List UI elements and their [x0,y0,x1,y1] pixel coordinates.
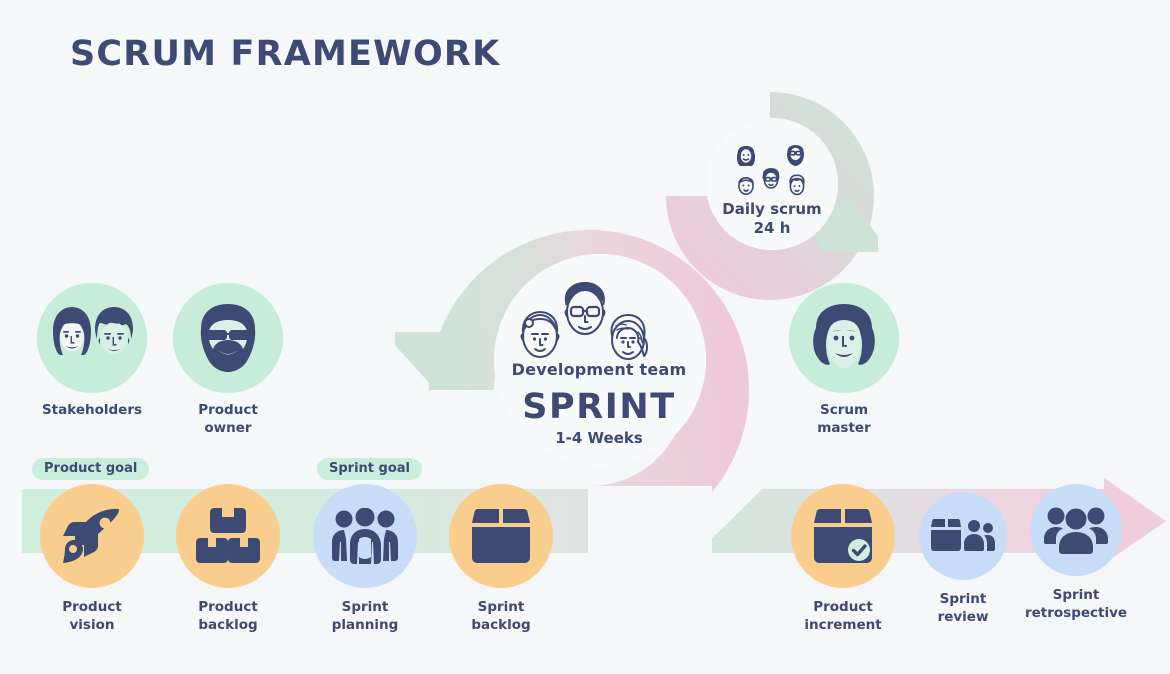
product-owner-circle [173,283,283,393]
sprint-label: SPRINT [522,387,676,427]
product-owner-label: Product owner [198,402,258,436]
product-vision-circle [40,484,144,588]
daily-scrum-label: Daily scrum 24 h [722,200,822,237]
badge-product-goal-label: Product goal [44,461,138,476]
sprint-retrospective-circle [1030,484,1122,576]
bearded-face-icon [200,304,256,372]
rocket-icon [63,508,120,563]
artifact-product-vision[interactable]: Product vision [40,484,144,644]
role-stakeholders[interactable]: Stakeholders [37,283,147,443]
artifact-product-backlog[interactable]: Product backlog [176,484,280,644]
woman-face-icon [813,304,875,368]
sprint-backlog-circle [449,484,553,588]
artifact-sprint-backlog[interactable]: Sprint backlog [449,484,553,644]
sprint-planning-circle [313,484,417,588]
page-title: SCRUM FRAMEWORK [70,34,501,74]
two-faces-icon [53,307,133,355]
badge-product-goal: Product goal [32,458,150,480]
artifact-sprint-retrospective[interactable]: Sprint retrospective [1025,484,1127,644]
role-scrum-master[interactable]: Scrum master [789,283,899,443]
stacked-boxes-icon [196,508,260,563]
badge-sprint-goal-label: Sprint goal [329,461,410,476]
people-group-icon [332,508,398,564]
badge-sprint-goal: Sprint goal [317,458,422,480]
development-team-label: Development team [511,360,687,379]
sprint-duration-label: 1-4 Weeks [555,429,643,447]
product-increment-circle [791,484,895,588]
sprint-backlog-label: Sprint backlog [471,599,531,633]
sprint-center-text: Development team SPRINT 1-4 Weeks [434,360,764,447]
scrum-master-label: Scrum master [817,402,871,436]
scrum-master-circle [789,283,899,393]
sprint-review-circle [919,492,1007,580]
box-people-icon [931,519,995,551]
three-people-icon [1044,507,1108,554]
product-backlog-circle [176,484,280,588]
scrum-framework-diagram: SCRUM FRAMEWORK Daily scrum 24 h Develop… [0,0,1170,674]
role-product-owner[interactable]: Product owner [173,283,283,443]
box-check-icon [814,509,872,563]
sprint-retrospective-label: Sprint retrospective [1024,587,1128,621]
stakeholders-circle [37,283,147,393]
artifact-sprint-planning[interactable]: Sprint planning [313,484,417,644]
open-box-icon [472,509,530,563]
